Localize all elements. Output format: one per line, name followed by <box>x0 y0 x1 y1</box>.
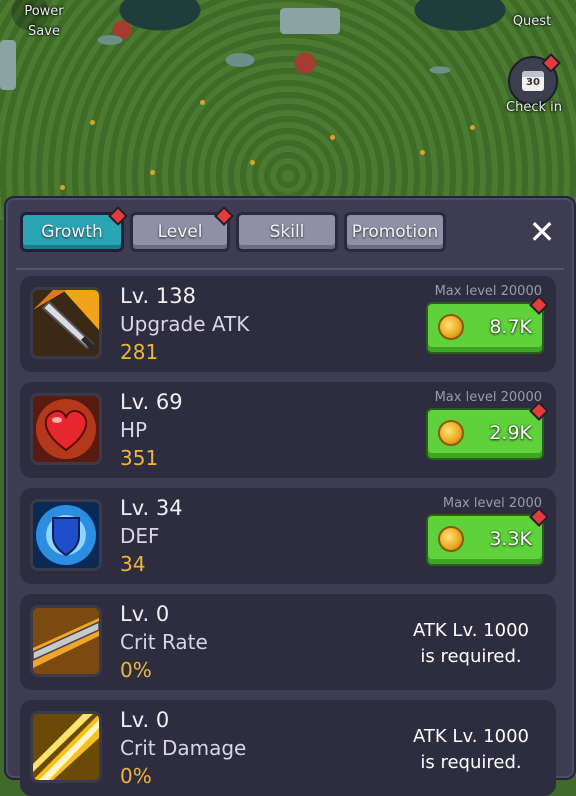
stat-value: 351 <box>120 446 159 470</box>
stat-value: 0% <box>120 658 152 682</box>
upgrade-cost: 3.3K <box>489 528 532 550</box>
stat-value: 34 <box>120 552 146 576</box>
gold-coin-icon <box>438 526 464 552</box>
stat-card-crit-damage: Lv. 0 Crit Damage 0% ATK Lv. 1000 is req… <box>20 700 556 796</box>
tab-skill[interactable]: Skill <box>236 212 338 252</box>
notification-badge <box>214 206 234 226</box>
checkin-day: 30 <box>526 77 540 88</box>
upgrade-cost: 2.9K <box>489 422 532 444</box>
tab-skill-label: Skill <box>269 222 305 242</box>
stat-name: Upgrade ATK <box>120 312 250 336</box>
divider <box>16 268 564 270</box>
game-world-background <box>0 0 576 220</box>
stat-value: 281 <box>120 340 159 364</box>
upgrade-def-button[interactable]: 3.3K <box>426 507 549 566</box>
stat-level: Lv. 69 <box>120 390 183 414</box>
stat-level: Lv. 0 <box>120 602 170 626</box>
crit-burst-icon <box>30 711 102 783</box>
max-level: Max level 2000 <box>442 496 542 511</box>
stat-name: DEF <box>120 524 160 548</box>
power-save-button[interactable]: Power Save <box>16 2 72 42</box>
gold-coin-icon <box>438 420 464 446</box>
power-save-label-line1: Power <box>24 4 64 19</box>
power-save-label-line2: Save <box>28 24 60 39</box>
tab-level[interactable]: Level <box>130 206 234 252</box>
crit-blade-icon <box>30 605 102 677</box>
quest-label[interactable]: Quest <box>504 14 560 29</box>
stat-level: Lv. 138 <box>120 284 196 308</box>
requirement-text: ATK Lv. 1000 is required. <box>406 618 536 670</box>
flower <box>60 185 65 190</box>
flower <box>150 170 155 175</box>
checkin-label: Check in <box>506 100 562 115</box>
max-level: Max level 20000 <box>434 284 542 299</box>
sword-icon <box>30 287 102 359</box>
stat-level: Lv. 0 <box>120 708 170 732</box>
stat-level: Lv. 34 <box>120 496 183 520</box>
stone-block <box>280 8 340 34</box>
checkin-button[interactable]: 30 <box>508 53 561 106</box>
requirement-line1: ATK Lv. 1000 <box>413 726 529 747</box>
flower <box>200 100 205 105</box>
stat-card-upgrade-atk: Lv. 138 Upgrade ATK 281 Max level 20000 … <box>20 276 556 372</box>
flower <box>470 125 475 130</box>
stone-pillar <box>0 40 16 90</box>
requirement-text: ATK Lv. 1000 is required. <box>406 724 536 776</box>
tab-growth[interactable]: Growth <box>20 206 128 252</box>
tab-level-label: Level <box>157 222 203 242</box>
notification-badge <box>108 206 128 226</box>
tab-growth-label: Growth <box>41 222 103 242</box>
max-level: Max level 20000 <box>434 390 542 405</box>
stat-card-def: Lv. 34 DEF 34 Max level 2000 3.3K <box>20 488 556 584</box>
stat-name: HP <box>120 418 148 442</box>
growth-panel: Growth Level Skill Promotion ✕ Lv. 138 U… <box>4 196 576 796</box>
flower <box>420 150 425 155</box>
flower <box>90 120 95 125</box>
requirement-line2: is required. <box>420 752 522 773</box>
stat-name: Crit Rate <box>120 630 208 654</box>
stat-card-hp: Lv. 69 HP 351 Max level 20000 2.9K <box>20 382 556 478</box>
flower <box>330 135 335 140</box>
stat-name: Crit Damage <box>120 736 247 760</box>
upgrade-cost: 8.7K <box>489 316 532 338</box>
tab-promotion-label: Promotion <box>351 222 439 242</box>
close-icon[interactable]: ✕ <box>526 216 558 248</box>
gold-coin-icon <box>438 314 464 340</box>
heart-icon <box>30 393 102 465</box>
calendar-icon: 30 <box>522 71 544 91</box>
stat-card-crit-rate: Lv. 0 Crit Rate 0% ATK Lv. 1000 is requi… <box>20 594 556 690</box>
requirement-line2: is required. <box>420 646 522 667</box>
upgrade-hp-button[interactable]: 2.9K <box>426 401 549 460</box>
requirement-line1: ATK Lv. 1000 <box>413 620 529 641</box>
shield-icon <box>30 499 102 571</box>
upgrade-atk-button[interactable]: 8.7K <box>426 295 549 354</box>
flower <box>250 160 255 165</box>
tab-promotion[interactable]: Promotion <box>344 212 446 252</box>
